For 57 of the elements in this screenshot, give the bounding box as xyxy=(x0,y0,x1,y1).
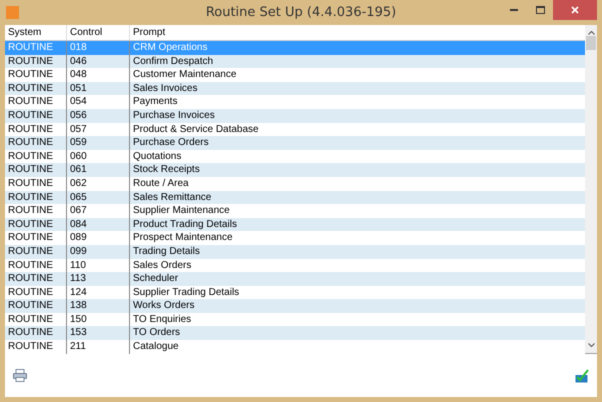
scrollbar[interactable] xyxy=(585,25,597,353)
table-row[interactable]: ROUTINE 150 TO Enquiries xyxy=(5,312,585,326)
table-cell-text: Prospect Maintenance xyxy=(132,231,234,245)
minimize-icon xyxy=(510,8,518,12)
table-row[interactable]: ROUTINE 138 Works Orders xyxy=(5,299,585,313)
table-cell-text: Purchase Orders xyxy=(132,136,210,150)
table-cell-text: Supplier Trading Details xyxy=(132,286,240,300)
table-cell-text: TO Enquiries xyxy=(132,312,192,326)
table-row[interactable]: ROUTINE 059 Purchase Orders xyxy=(5,136,585,150)
table-row[interactable]: ROUTINE 061 Stock Receipts xyxy=(5,163,585,177)
table-row[interactable]: ROUTINE 110 Sales Orders xyxy=(5,258,585,272)
table-cell-text: Payments xyxy=(132,95,178,109)
table-cell: ROUTINE xyxy=(5,340,67,354)
table-cell-text: Supplier Maintenance xyxy=(132,204,231,218)
printer-icon[interactable] xyxy=(13,369,27,382)
table-row[interactable]: ROUTINE 084 Product Trading Details xyxy=(5,218,585,232)
table-cell-text: TO Orders xyxy=(132,326,182,340)
table-cell-text: Sales Orders xyxy=(132,258,192,272)
window-title: Routine Set Up (4.4.036-195) xyxy=(204,5,398,20)
table-cell-text: Customer Maintenance xyxy=(132,68,238,82)
table-cell-text: Product & Service Database xyxy=(132,122,260,136)
table-cell-text: Scheduler xyxy=(132,272,180,286)
column-header[interactable]: System xyxy=(5,25,67,40)
table-row[interactable]: ROUTINE 051 Sales Invoices xyxy=(5,82,585,96)
table-row[interactable]: ROUTINE 065 Sales Remittance xyxy=(5,190,585,204)
column-header[interactable]: Control xyxy=(67,25,130,40)
confirm-icon[interactable] xyxy=(575,368,589,382)
scroll-thumb[interactable] xyxy=(586,36,596,50)
table-row[interactable]: ROUTINE 153 TO Orders xyxy=(5,326,585,340)
table-cell: 211 xyxy=(67,340,130,354)
table-cell-text: Works Orders xyxy=(132,299,196,313)
table-row[interactable]: ROUTINE 124 Supplier Trading Details xyxy=(5,286,585,300)
table-row[interactable]: ROUTINE 046 Confirm Despatch xyxy=(5,54,585,68)
close-icon xyxy=(571,6,579,14)
table-cell-text: Trading Details xyxy=(132,244,201,258)
maximize-icon xyxy=(536,6,544,14)
table-row[interactable]: ROUTINE 211 Catalogue xyxy=(5,340,585,354)
scroll-up-icon[interactable] xyxy=(588,30,594,35)
table-cell-text: Route / Area xyxy=(132,176,190,191)
table-row[interactable]: ROUTINE 113 Scheduler xyxy=(5,272,585,286)
table-cell-text: Purchase Invoices xyxy=(132,108,216,123)
app-icon xyxy=(6,6,19,19)
table-row[interactable]: ROUTINE 060 Quotations xyxy=(5,150,585,164)
table-row[interactable]: ROUTINE 099 Trading Details xyxy=(5,244,585,258)
table-cell-text: Quotations xyxy=(132,150,182,164)
column-header[interactable]: Prompt xyxy=(130,25,585,40)
table-cell-text: CRM Operations xyxy=(132,41,208,55)
table-row[interactable]: ROUTINE 057 Product & Service Database xyxy=(5,122,585,136)
table-cell-text: Product Trading Details xyxy=(132,218,238,232)
scroll-down-icon[interactable] xyxy=(588,343,594,348)
table-cell-text: Sales Remittance xyxy=(132,190,212,204)
table-cell-text: Catalogue xyxy=(132,340,180,354)
table-cell-text: Confirm Despatch xyxy=(132,54,214,68)
table-cell-text: Stock Receipts xyxy=(132,163,201,177)
close-button[interactable] xyxy=(553,0,597,20)
table-cell-text: Sales Invoices xyxy=(132,82,198,96)
table-row[interactable]: ROUTINE 056 Purchase Invoices xyxy=(5,108,585,123)
